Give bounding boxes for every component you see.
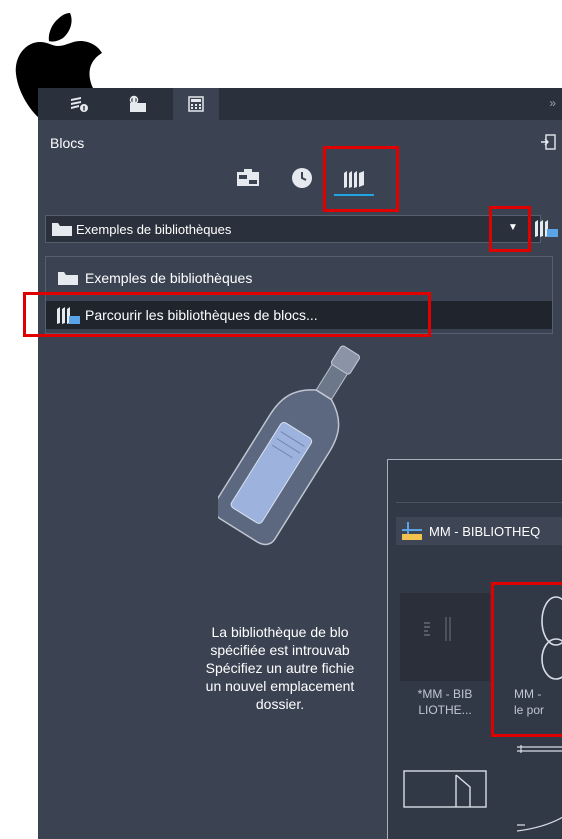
folder-icon bbox=[52, 223, 72, 236]
tabs-overflow-button[interactable]: » bbox=[549, 96, 556, 110]
empty-state-line: spécifiée est introuvab bbox=[210, 642, 350, 658]
divider bbox=[396, 502, 562, 503]
current-drawing-icon bbox=[237, 169, 259, 186]
library-header[interactable]: MM - BIBLIOTHEQ bbox=[396, 517, 562, 545]
dock-panel-icon[interactable] bbox=[540, 134, 556, 150]
block-preview-icon[interactable] bbox=[513, 745, 562, 839]
clock-icon bbox=[292, 168, 312, 188]
browse-libraries-button[interactable] bbox=[534, 218, 558, 238]
subtab-recent[interactable] bbox=[286, 164, 318, 192]
palette-tab-bar: » bbox=[38, 88, 562, 120]
library-selector[interactable]: Exemples de bibliothèques bbox=[45, 215, 541, 243]
library-selector-value: Exemples de bibliothèques bbox=[76, 222, 232, 237]
highlight-dropdown-caret bbox=[489, 206, 531, 252]
thumbnail-label-line: *MM - BIB bbox=[417, 687, 473, 701]
attach-icon bbox=[129, 95, 146, 112]
highlight-thumbnail bbox=[491, 582, 562, 737]
tab-properties[interactable] bbox=[56, 88, 102, 120]
properties-icon bbox=[71, 97, 88, 112]
tab-xref[interactable] bbox=[114, 88, 160, 120]
block-preview-icon[interactable] bbox=[400, 765, 490, 825]
highlight-libraries-tab bbox=[323, 146, 399, 212]
block-thumbnail[interactable] bbox=[400, 593, 490, 681]
empty-state-line: un nouvel emplacement bbox=[205, 678, 355, 694]
subtab-current-drawing[interactable] bbox=[232, 164, 264, 192]
dropdown-item-examples[interactable]: Exemples de bibliothèques bbox=[46, 264, 552, 292]
block-preview-icon bbox=[424, 617, 451, 641]
thumbnail-label-line: LIOTHE... bbox=[418, 703, 472, 717]
tab-blocks[interactable] bbox=[173, 88, 219, 120]
empty-state-line: Spécifiez un autre fichie bbox=[205, 660, 355, 676]
empty-state-message: La bibliothèque de blo spécifiée est int… bbox=[168, 623, 392, 713]
calculator-icon bbox=[188, 96, 204, 112]
empty-state-line: La bibliothèque de blo bbox=[211, 624, 349, 640]
block-thumbnail-label: *MM - BIB LIOTHE... bbox=[400, 686, 490, 718]
library-file-icon bbox=[402, 522, 422, 540]
dropdown-item-label: Exemples de bibliothèques bbox=[85, 270, 253, 286]
library-header-title: MM - BIBLIOTHEQ bbox=[429, 524, 541, 539]
empty-state-line: dossier. bbox=[255, 696, 305, 712]
message-bottle-illustration bbox=[218, 345, 361, 546]
folder-icon bbox=[58, 272, 78, 285]
highlight-browse-item bbox=[23, 292, 431, 337]
panel-title: Blocs bbox=[50, 135, 85, 151]
